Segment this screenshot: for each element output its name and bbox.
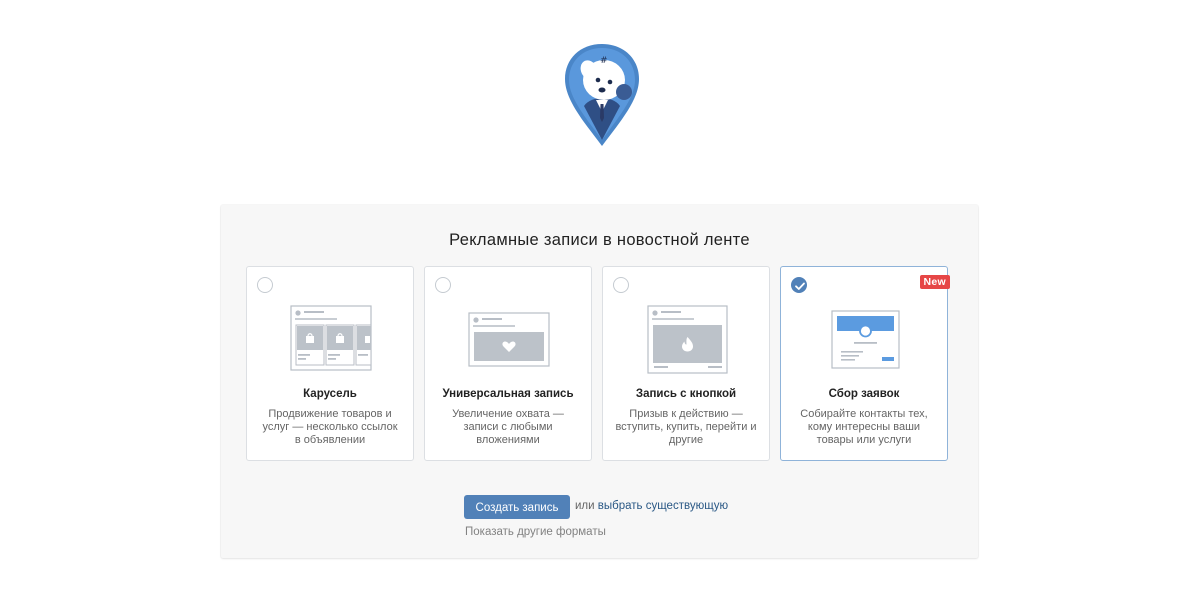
card-button-post-title: Запись с кнопкой [635,388,737,400]
card-universal-post-radio[interactable] [435,277,451,293]
create-post-button[interactable]: Создать запись [464,495,570,519]
card-button-post-description: Призыв к действию — вступить, купить, пе… [615,408,757,446]
choose-existing-row: или выбрать существующую [575,500,728,512]
card-carousel[interactable]: Карусель Продвижение товаров и услуг — н… [246,266,414,461]
page: # Рекламные записи в новостной ленте Кар… [0,0,1200,609]
or-text: или [575,500,595,512]
button-post-illustration-icon [647,305,728,374]
lead-form-illustration-icon [831,310,900,369]
svg-text:#: # [600,56,608,66]
show-other-formats-link[interactable]: Показать другие форматы [465,526,606,538]
card-universal-post[interactable]: Универсальная запись Увеличение охвата —… [424,266,592,461]
panel-title: Рекламные записи в новостной ленте [449,231,750,249]
vk-dog-mascot-icon: # [565,44,639,146]
card-carousel-description: Продвижение товаров и услуг — несколько … [262,408,398,446]
card-lead-form-description: Собирайте контакты тех, кому интересны в… [800,408,928,446]
universal-post-illustration-icon [468,312,550,367]
card-carousel-title: Карусель [303,388,357,400]
choose-existing-link[interactable]: выбрать существующую [598,500,728,512]
card-universal-post-title: Универсальная запись [442,388,574,400]
card-lead-form-title: Сбор заявок [828,388,900,400]
card-button-post[interactable]: Запись с кнопкой Призыв к действию — вст… [602,266,770,461]
card-universal-post-description: Увеличение охвата — записи с любыми влож… [452,408,564,446]
new-badge: New [919,275,950,289]
card-button-post-radio[interactable] [613,277,629,293]
card-lead-form[interactable]: New Сбор заявок Собирайте контакты тех, … [780,266,950,461]
ad-format-panel: Рекламные записи в новостной ленте Карус… [221,205,978,558]
card-carousel-radio[interactable] [257,277,273,293]
carousel-illustration-icon [290,305,372,371]
card-lead-form-radio[interactable] [791,277,807,293]
checkmark-icon [795,282,805,290]
